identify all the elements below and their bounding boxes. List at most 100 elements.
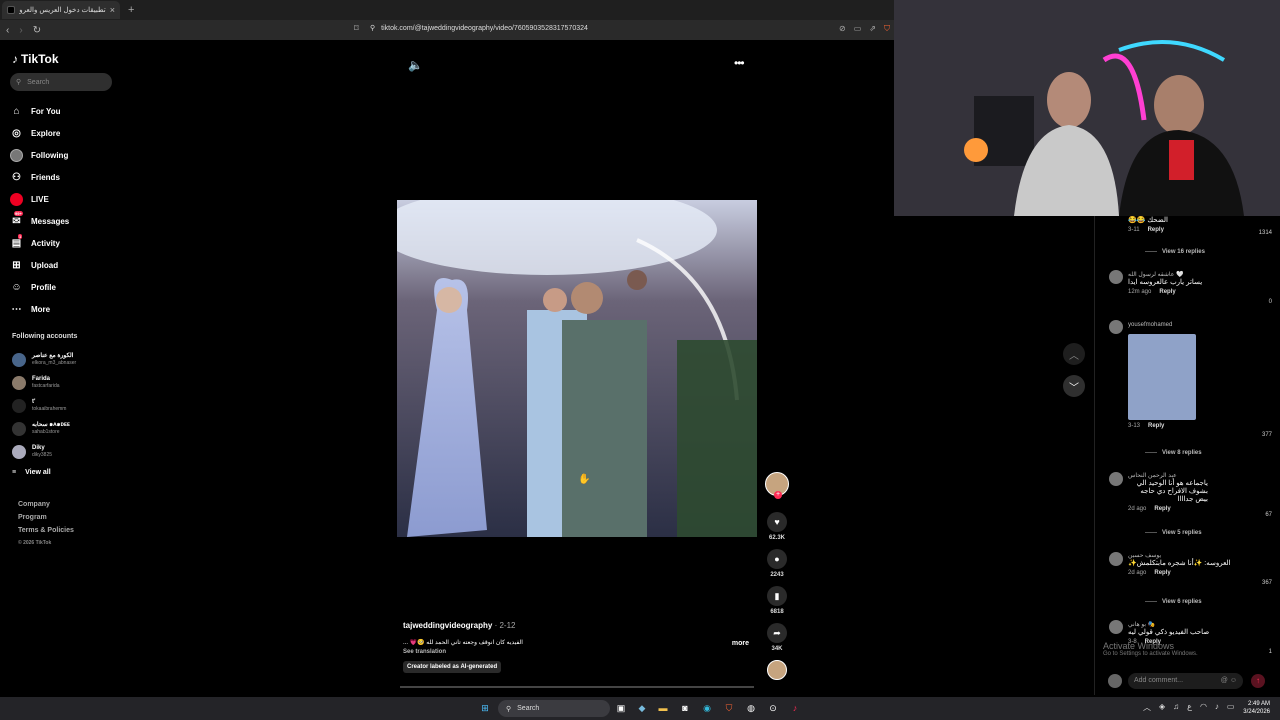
reply-button[interactable]: Reply — [1154, 570, 1170, 576]
brave-icon[interactable]: ⛉ — [722, 701, 736, 715]
add-comment-input[interactable]: Add comment... @ ☺ — [1128, 673, 1243, 689]
wifi-icon[interactable]: ◠ — [1200, 702, 1207, 713]
more-button[interactable]: more — [732, 640, 749, 647]
battery-icon[interactable]: ▭ — [1227, 702, 1235, 713]
comment-likes[interactable]: 67 — [1265, 512, 1272, 518]
mute-tab-icon[interactable]: ⊘ — [839, 24, 846, 34]
tiktok-app-icon[interactable]: ♪ — [788, 701, 802, 715]
nav-live[interactable]: LIVE — [10, 188, 69, 210]
avatar[interactable] — [1109, 270, 1123, 284]
taskbar-search[interactable]: ⚲ Search — [498, 700, 610, 717]
avatar[interactable] — [1109, 552, 1123, 566]
comment-action[interactable]: ● 2243 — [764, 549, 790, 578]
windows-start-icon[interactable]: ⊞ — [478, 701, 492, 715]
volume-icon[interactable]: 🔈 — [408, 58, 423, 72]
nav-for-you[interactable]: ⌂ For You — [10, 100, 69, 122]
volume-icon[interactable]: ♪ — [1215, 702, 1219, 713]
comment-likes[interactable]: 377 — [1262, 432, 1272, 438]
reply-button[interactable]: Reply — [1154, 506, 1170, 512]
steam-icon[interactable]: ⊙ — [766, 701, 780, 715]
mic-icon[interactable]: ♫ — [1173, 702, 1179, 713]
reload-icon[interactable]: ↻ — [33, 25, 41, 36]
comment-author[interactable]: yousefmohamed — [1128, 322, 1196, 328]
share-action[interactable]: ➦ 34K — [764, 623, 790, 652]
comment-author[interactable]: بو هاني 🎭 — [1128, 621, 1209, 628]
comment-author[interactable]: يوسف حسين — [1128, 552, 1231, 559]
taskbar-clock[interactable]: 2:49 AM 3/24/2026 — [1243, 700, 1270, 716]
video-progress-bar[interactable] — [400, 686, 754, 688]
see-translation-link[interactable]: See translation — [403, 649, 753, 655]
following-account[interactable]: الكورة مع عناصر elkora_m3_abnaser — [12, 348, 76, 371]
follow-plus-icon[interactable]: + — [774, 491, 782, 499]
comment-icon[interactable]: ● — [767, 549, 787, 569]
comment-likes[interactable]: 367 — [1262, 580, 1272, 586]
send-comment-button[interactable]: ↑ — [1251, 674, 1265, 688]
username[interactable]: tajweddingvideography — [403, 621, 492, 630]
creator-avatar[interactable]: + — [765, 472, 789, 499]
tray-app-icon[interactable]: ◈ — [1159, 702, 1165, 713]
avatar[interactable] — [1109, 620, 1123, 634]
more-options-icon[interactable]: ••• — [734, 56, 745, 70]
nav-explore[interactable]: ◎ Explore — [10, 122, 69, 144]
comment-author[interactable]: عاشقه لرسول الله 🤍 — [1128, 271, 1202, 278]
store-icon[interactable]: ◙ — [678, 701, 692, 715]
footer-program[interactable]: Program — [18, 514, 74, 527]
forward-icon[interactable]: › — [19, 25, 22, 36]
following-account[interactable]: Farida fastcarfarida — [12, 371, 76, 394]
footer-terms[interactable]: Terms & Policies — [18, 527, 74, 540]
nav-upload[interactable]: ⊞ Upload — [10, 254, 69, 276]
search-input[interactable]: ⚲ Search — [10, 73, 112, 91]
tiktok-logo[interactable]: ♪ TikTok — [12, 52, 59, 66]
following-account[interactable]: t' tokaaibrahemm — [12, 394, 76, 417]
reply-button[interactable]: Reply — [1148, 423, 1164, 429]
nav-activity[interactable]: ▤ 1 Activity — [10, 232, 69, 254]
browser-tab[interactable]: تطبيقات دخول العريس والعروسة... × — [2, 1, 120, 19]
sound-disc-icon[interactable] — [767, 660, 787, 680]
next-video-button[interactable]: ﹀ — [1063, 375, 1085, 397]
tab-close-icon[interactable]: × — [110, 5, 115, 15]
comment-author[interactable]: عبد الرحمن النحاس — [1128, 472, 1208, 479]
task-view-icon[interactable]: ▣ — [614, 701, 628, 715]
brave-shield-icon[interactable]: ⛉ — [884, 24, 890, 34]
view-replies-button[interactable]: View 16 replies — [1145, 249, 1205, 255]
view-all-button[interactable]: ≡ View all — [12, 469, 51, 476]
view-replies-button[interactable]: View 8 replies — [1145, 450, 1202, 456]
footer-company[interactable]: Company — [18, 501, 74, 514]
reply-button[interactable]: Reply — [1159, 289, 1175, 295]
view-replies-button[interactable]: View 6 replies — [1145, 599, 1202, 605]
share-icon[interactable]: ⇗ — [869, 24, 876, 34]
language-icon[interactable]: ع — [1187, 702, 1192, 713]
comment-image[interactable] — [1128, 334, 1196, 420]
like-action[interactable]: ♥ 62.3K — [764, 512, 790, 541]
back-icon[interactable]: ‹ — [6, 25, 9, 36]
comment-likes[interactable]: 1314 — [1259, 230, 1272, 236]
following-account[interactable]: سحابه ๑ᴀ๑ᴅᴇᴇ sahab1store — [12, 417, 76, 440]
heart-icon[interactable]: ♥ — [767, 512, 787, 532]
edge-icon[interactable]: ◉ — [700, 701, 714, 715]
save-action[interactable]: ▮ 6818 — [764, 586, 790, 615]
bookmark-icon[interactable]: ⌑ — [354, 23, 359, 34]
tray-chevron-icon[interactable]: ︿ — [1143, 702, 1151, 713]
file-explorer-icon[interactable]: ▬ — [656, 701, 670, 715]
site-info-icon[interactable]: ⚲ — [370, 24, 375, 32]
avatar[interactable] — [1109, 472, 1123, 486]
video-player[interactable] — [397, 200, 757, 537]
url-text[interactable]: tiktok.com/@tajweddingvideography/video/… — [381, 25, 588, 32]
previous-video-button[interactable]: ︿ — [1063, 343, 1085, 365]
copilot-icon[interactable]: ◆ — [635, 701, 649, 715]
share-arrow-icon[interactable]: ➦ — [767, 623, 787, 643]
url-field[interactable]: ⚲ tiktok.com/@tajweddingvideography/vide… — [370, 24, 588, 33]
nav-profile[interactable]: ☺ Profile — [10, 276, 69, 298]
avatar[interactable] — [1109, 320, 1123, 334]
new-tab-button[interactable]: + — [128, 4, 134, 16]
nav-messages[interactable]: ✉ 99+ Messages — [10, 210, 69, 232]
chrome-icon[interactable]: ◍ — [744, 701, 758, 715]
nav-following[interactable]: Following — [10, 144, 69, 166]
reply-button[interactable]: Reply — [1148, 227, 1164, 233]
view-replies-button[interactable]: View 5 replies — [1145, 530, 1202, 536]
comment-likes[interactable]: 0 — [1269, 299, 1272, 305]
mention-icon[interactable]: @ ☺ — [1221, 677, 1237, 685]
following-account[interactable]: Diky diky3825 — [12, 440, 76, 463]
bookmark-icon[interactable]: ▮ — [767, 586, 787, 606]
cast-icon[interactable]: ▭ — [854, 24, 862, 34]
